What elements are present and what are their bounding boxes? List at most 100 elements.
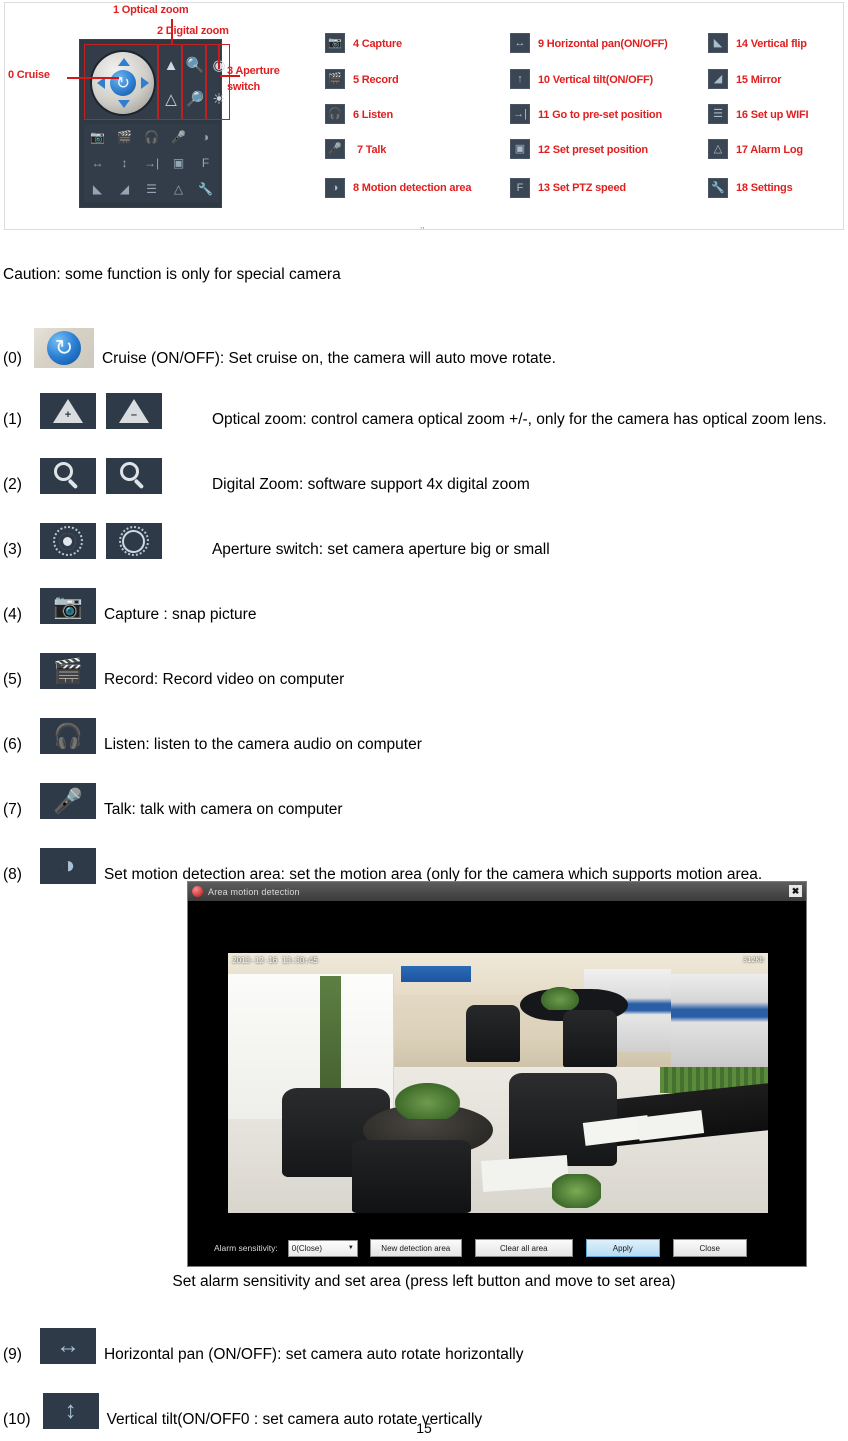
digital-zoom-in-icon: ✕ bbox=[39, 458, 96, 494]
entry-description: Horizontal pan (ON/OFF): set camera auto… bbox=[103, 1346, 524, 1363]
cruise-center-icon[interactable] bbox=[110, 70, 136, 96]
entry-description: Listen: listen to the camera audio on co… bbox=[103, 736, 422, 753]
ptz-control-panel: ▲ △ 🔍 🔎 ◉ ☀ 📷 🎬 🎧 🎤 ◑ ↔ ↕ →| ▣ F ◣ ◢ ☰ △… bbox=[79, 39, 230, 208]
clear-all-area-button[interactable]: Clear all area bbox=[474, 1239, 573, 1257]
dialog-title-bar: Area motion detection ✖ bbox=[188, 882, 806, 901]
video-green-strip bbox=[319, 976, 342, 1102]
talk-icon[interactable]: 🎤 bbox=[171, 131, 186, 143]
entry-number: (9) bbox=[3, 1346, 22, 1363]
legend-icon-set-preset: ▣ bbox=[510, 139, 530, 159]
entry-description: Digital Zoom: software support 4x digita… bbox=[211, 476, 530, 493]
entry-number: (0) bbox=[3, 350, 22, 367]
motion-area-icon[interactable]: ◑ bbox=[202, 131, 209, 143]
legend-label-listen: 6 Listen bbox=[353, 109, 393, 121]
new-detection-area-button[interactable]: New detection area bbox=[369, 1239, 462, 1257]
horizontal-arrows-icon: ↔ bbox=[39, 1328, 96, 1364]
apply-button[interactable]: Apply bbox=[585, 1239, 660, 1257]
optical-zoom-out-icon[interactable]: △ bbox=[160, 84, 182, 114]
entry-description: Cruise (ON/OFF): Set cruise on, the came… bbox=[101, 350, 556, 367]
figure-label-aperture: 3 Aperture bbox=[227, 65, 280, 77]
dialog-caption: Set alarm sensitivity and set area (pres… bbox=[172, 1273, 676, 1290]
video-floor-plant bbox=[552, 1174, 601, 1208]
dpad-up-icon[interactable] bbox=[118, 58, 130, 66]
alarm-sensitivity-select[interactable]: 0(Close) ▼ bbox=[287, 1239, 358, 1257]
legend-icon-record: 🎬 bbox=[325, 69, 345, 89]
entry-listen: (6) 🎧 Listen: listen to the camera audio… bbox=[3, 718, 422, 754]
entry-number: (7) bbox=[3, 801, 22, 818]
entry-description: Talk: talk with camera on computer bbox=[103, 801, 343, 818]
aperture-small-icon bbox=[105, 523, 162, 559]
legend-icon-goto-preset: →| bbox=[510, 104, 530, 124]
dpad-right-icon[interactable] bbox=[141, 77, 149, 89]
motion-radar-icon: ◑ bbox=[39, 848, 96, 884]
entry-number: (4) bbox=[3, 606, 22, 623]
legend-label-vertical-tilt: 10 Vertical tilt(ON/OFF) bbox=[538, 74, 654, 86]
dpad-down-icon[interactable] bbox=[118, 100, 130, 108]
legend-label-talk: 7 Talk bbox=[357, 144, 387, 156]
legend-icon-listen: 🎧 bbox=[325, 104, 345, 124]
legend-label-mirror: 15 Mirror bbox=[736, 74, 782, 86]
video-cabinet-2 bbox=[670, 973, 768, 1068]
legend-icon-vertical-tilt: ↑ bbox=[510, 69, 530, 89]
digital-zoom-out-icon[interactable]: 🔎 bbox=[184, 84, 206, 114]
entry-digital-zoom: (2) ✕ ∕ Digital Zoom: software support 4… bbox=[3, 458, 530, 494]
legend-icon-horizontal-pan: ↔ bbox=[510, 33, 530, 53]
digital-zoom-out-icon: ∕ bbox=[105, 458, 162, 494]
figure-label-cruise: 0 Cruise bbox=[8, 69, 50, 81]
settings-wrench-icon[interactable]: 🔧 bbox=[198, 183, 213, 195]
camera-icon: 📷 bbox=[39, 588, 96, 624]
video-timestamp: 2013-12-16 13:30:45 bbox=[232, 956, 318, 965]
ptz-speed-icon[interactable]: F bbox=[202, 157, 209, 169]
entry-number: (8) bbox=[3, 866, 22, 883]
vertical-flip-icon[interactable]: ◣ bbox=[93, 183, 102, 195]
legend-label-vertical-flip: 14 Vertical flip bbox=[736, 38, 807, 50]
entry-capture: (4) 📷 Capture : snap picture bbox=[3, 588, 256, 624]
record-icon[interactable]: 🎬 bbox=[117, 131, 132, 143]
entry-number: (5) bbox=[3, 671, 22, 688]
entry-description: Capture : snap picture bbox=[103, 606, 257, 623]
figure-label-digital-zoom: 2 Digital zoom bbox=[157, 25, 229, 37]
legend-label-alarm-log: 17 Alarm Log bbox=[736, 144, 803, 156]
legend-label-record: 5 Record bbox=[353, 74, 399, 86]
microphone-icon: 🎤 bbox=[39, 783, 96, 819]
legend-label-settings: 18 Settings bbox=[736, 182, 793, 194]
entry-number: (6) bbox=[3, 736, 22, 753]
leader-line-digital bbox=[218, 45, 220, 69]
optical-zoom-in-icon: + bbox=[39, 393, 96, 429]
dialog-video-region[interactable]: 2013-12-16 13:30:45 312Kb bbox=[188, 901, 806, 1231]
horizontal-pan-icon[interactable]: ↔ bbox=[92, 157, 104, 169]
area-motion-detection-dialog: Area motion detection ✖ 2013-12-16 13:30… bbox=[187, 881, 807, 1267]
alarm-log-icon[interactable]: △ bbox=[174, 183, 183, 195]
wifi-icon[interactable]: ☰ bbox=[146, 183, 157, 195]
ptz-panel-icon-grid: 📷 🎬 🎧 🎤 ◑ ↔ ↕ →| ▣ F ◣ ◢ ☰ △ 🔧 bbox=[84, 124, 219, 202]
camera-video-frame[interactable]: 2013-12-16 13:30:45 312Kb bbox=[228, 953, 768, 1213]
listen-icon[interactable]: 🎧 bbox=[144, 131, 159, 143]
legend-icon-alarm-log: △ bbox=[708, 139, 728, 159]
entry-number: (2) bbox=[3, 476, 22, 493]
page-number: 15 bbox=[416, 1420, 432, 1436]
clapperboard-icon: 🎬 bbox=[39, 653, 96, 689]
figure-label-optical-zoom: 1 Optical zoom bbox=[113, 4, 189, 16]
optical-zoom-in-icon[interactable]: ▲ bbox=[160, 50, 182, 80]
figure-bottom-tick: ‚‚ bbox=[420, 220, 425, 231]
dialog-app-icon bbox=[192, 886, 203, 897]
legend-label-goto-preset: 11 Go to pre-set position bbox=[538, 109, 662, 121]
legend-label-wifi: 16 Set up WIFI bbox=[736, 109, 809, 121]
entry-optical-zoom: (1) + – Optical zoom: control camera opt… bbox=[3, 393, 827, 429]
alarm-sensitivity-label: Alarm sensitivity: bbox=[214, 1243, 278, 1253]
leader-line-cruise bbox=[67, 77, 119, 79]
digital-zoom-in-icon[interactable]: 🔍 bbox=[184, 50, 206, 80]
legend-icon-mirror: ◢ bbox=[708, 69, 728, 89]
entry-horizontal-pan: (9) ↔ Horizontal pan (ON/OFF): set camer… bbox=[3, 1328, 523, 1364]
close-icon[interactable]: ✖ bbox=[789, 885, 802, 897]
goto-preset-icon[interactable]: →| bbox=[144, 157, 159, 169]
video-front-chair bbox=[352, 1140, 471, 1213]
dpad-control[interactable] bbox=[92, 52, 154, 114]
set-preset-icon[interactable]: ▣ bbox=[173, 157, 184, 169]
mirror-icon[interactable]: ◢ bbox=[120, 183, 129, 195]
capture-icon[interactable]: 📷 bbox=[90, 131, 105, 143]
legend-icon-motion: ◑ bbox=[325, 178, 345, 198]
ptz-panel-top-row: ▲ △ 🔍 🔎 ◉ ☀ bbox=[84, 44, 226, 120]
close-button[interactable]: Close bbox=[672, 1239, 747, 1257]
vertical-tilt-icon[interactable]: ↕ bbox=[122, 157, 128, 169]
